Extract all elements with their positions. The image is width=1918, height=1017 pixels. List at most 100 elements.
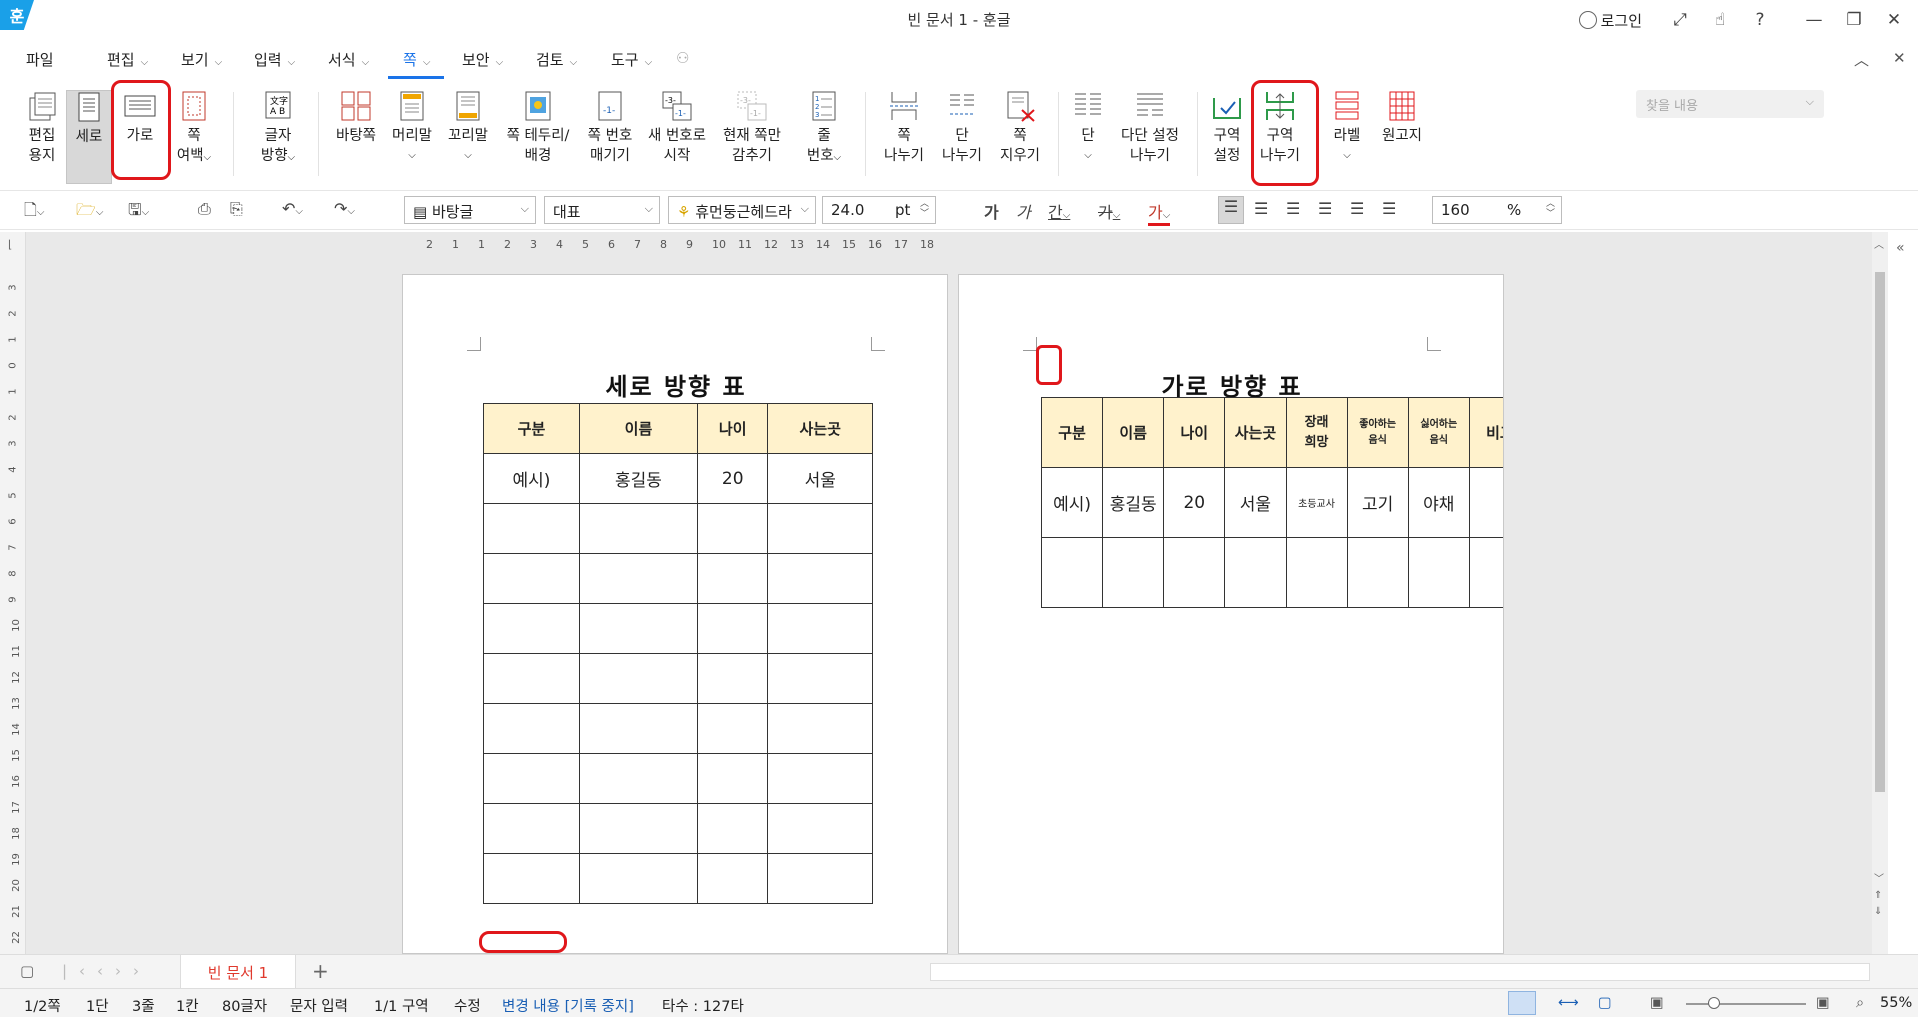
page-2-landscape[interactable]: 가로 방향 표 구분 이름 나이 사는곳 장래 희망 좋아하는 음식 싫어하는 음식 …	[958, 274, 1504, 954]
italic-button[interactable]: 가	[1016, 199, 1031, 223]
font-select[interactable]: ⚘ 휴먼둥근헤드라 ⌵	[668, 196, 816, 224]
table-cell[interactable]	[696, 553, 769, 604]
touch-icon[interactable]: ☝	[1700, 0, 1740, 40]
scroll-thumb[interactable]	[1875, 272, 1885, 792]
spinner-icon[interactable]: ︿ ﹀	[1546, 199, 1555, 219]
table-cell[interactable]	[696, 703, 769, 754]
menu-security[interactable]: 보안 ⌵	[462, 49, 503, 70]
menu-view[interactable]: 보기 ⌵	[181, 49, 222, 70]
table-cell[interactable]	[578, 753, 698, 804]
menu-insert[interactable]: 입력 ⌵	[254, 49, 295, 70]
share-icon[interactable]: ⚇	[676, 49, 689, 67]
table-cell[interactable]	[578, 653, 698, 704]
table-cell[interactable]	[696, 853, 769, 904]
menu-page[interactable]: 쪽 ⌵	[403, 49, 430, 70]
login-button[interactable]: 로그인	[1578, 10, 1642, 31]
close-doc-icon[interactable]: ✕	[1893, 49, 1906, 67]
redo-icon[interactable]: ↷⌵	[334, 199, 355, 218]
header-cell[interactable]: 비고	[1468, 397, 1503, 468]
landscape-table[interactable]: 구분 이름 나이 사는곳 장래희망 좋아하는음식 싫어하는음식 비고 예시) 홍…	[1040, 397, 1503, 608]
horizontal-scrollbar[interactable]	[930, 963, 1870, 981]
zoom-slider[interactable]	[1686, 1003, 1806, 1005]
new-document-icon[interactable]: 🗋⌵	[24, 199, 44, 226]
table-cell[interactable]: 홍길동	[578, 453, 698, 504]
table-cell[interactable]: 예시)	[1040, 467, 1104, 538]
status-edit[interactable]: 수정	[454, 995, 481, 1016]
align-distribute-icon[interactable]: ☰	[1350, 199, 1364, 218]
table-cell[interactable]	[1040, 537, 1104, 608]
table-cell[interactable]	[1163, 537, 1226, 608]
table-cell[interactable]	[578, 553, 698, 604]
align-left-icon[interactable]: ☰	[1254, 199, 1268, 218]
fit-width-icon[interactable]: ⟷	[1558, 995, 1579, 1011]
open-folder-icon[interactable]: 🗁⌵	[76, 199, 103, 226]
table-cell[interactable]: 20	[696, 453, 769, 504]
header-cell[interactable]: 나이	[1163, 397, 1226, 468]
fontset-select[interactable]: 대표 ⌵	[544, 196, 660, 224]
ribbon-hide-page[interactable]: -3- -1- 현재 쪽만 감추기	[714, 90, 790, 184]
table-cell[interactable]	[1407, 537, 1470, 608]
table-cell[interactable]: 서울	[767, 453, 873, 504]
print-preview-icon[interactable]: ⎘	[230, 199, 243, 219]
add-tab-button[interactable]: +	[312, 959, 329, 983]
strikethrough-button[interactable]: 가⌵	[1098, 199, 1120, 223]
header-cell[interactable]: 사는곳	[767, 403, 873, 454]
restore-button[interactable]: ❐	[1834, 0, 1874, 40]
ribbon-section-settings[interactable]: 구역 설정	[1202, 90, 1252, 184]
table-cell[interactable]	[696, 653, 769, 704]
header-cell[interactable]: 나이	[696, 403, 769, 454]
table-cell[interactable]	[483, 503, 580, 554]
ribbon-column[interactable]: 단 ⌵	[1066, 90, 1110, 184]
table-cell[interactable]	[578, 703, 698, 754]
header-cell[interactable]: 사는곳	[1224, 397, 1287, 468]
zoom-search-icon[interactable]: ⌕	[1856, 995, 1864, 1011]
table-cell[interactable]	[483, 603, 580, 654]
header-cell[interactable]: 구분	[483, 403, 580, 454]
table-cell[interactable]	[483, 703, 580, 754]
help-icon[interactable]: ?	[1740, 0, 1780, 40]
ribbon-new-number[interactable]: -3- -1- 새 번호로 시작	[644, 90, 710, 184]
ribbon-multi-column[interactable]: 다단 설정 나누기	[1112, 90, 1188, 184]
portrait-table[interactable]: 구분 이름 나이 사는곳 예시) 홍길동 20 서울	[483, 403, 873, 904]
tab-nav-arrows-icon[interactable]: |‹‹››	[62, 962, 151, 980]
table-cell[interactable]	[578, 803, 698, 854]
vertical-scrollbar[interactable]: ︿ ﹀ ⇑ ⇓	[1872, 232, 1888, 954]
ribbon-delete-page[interactable]: 쪽 지우기	[992, 90, 1048, 184]
ribbon-page-margin[interactable]: 쪽 여백⌵	[168, 90, 220, 184]
status-page[interactable]: 1/2쪽	[24, 995, 61, 1016]
table-cell[interactable]	[578, 603, 698, 654]
ribbon-page-number[interactable]: -1- 쪽 번호 매기기	[578, 90, 642, 184]
undo-icon[interactable]: ↶⌵	[282, 199, 303, 218]
table-cell[interactable]	[767, 653, 873, 704]
header-cell[interactable]: 구분	[1040, 397, 1104, 468]
collapse-ribbon-icon[interactable]: ︿	[1854, 49, 1869, 70]
table-cell[interactable]	[767, 853, 873, 904]
align-justify-icon[interactable]: ☰	[1218, 196, 1244, 224]
page-1-portrait[interactable]: 세로 방향 표 구분 이름 나이 사는곳 예시) 홍길동 20 서울	[402, 274, 948, 954]
table-cell[interactable]: 야채	[1407, 467, 1470, 538]
table-cell[interactable]	[1346, 537, 1409, 608]
table-cell[interactable]	[767, 803, 873, 854]
menu-format[interactable]: 서식 ⌵	[328, 49, 369, 70]
table-cell[interactable]	[1224, 537, 1287, 608]
view-page-icon[interactable]	[1508, 991, 1536, 1015]
table-cell[interactable]: 초등교사	[1285, 467, 1348, 538]
table-cell[interactable]	[696, 803, 769, 854]
scroll-up-icon[interactable]: ︿	[1874, 236, 1884, 251]
table-cell[interactable]	[767, 703, 873, 754]
header-cell[interactable]: 싫어하는 음식	[1407, 397, 1470, 468]
ribbon-label[interactable]: 라벨 ⌵	[1322, 90, 1372, 184]
style-select[interactable]: ▤ 바탕글 ⌵	[404, 196, 536, 224]
ribbon-master-page[interactable]: 바탕쪽	[330, 90, 382, 184]
tab-document-1[interactable]: 빈 문서 1	[180, 955, 296, 989]
font-color-button[interactable]: 가⌵	[1148, 199, 1171, 226]
status-track-changes[interactable]: 변경 내용 [기록 중지]	[502, 995, 634, 1016]
table-cell[interactable]	[1285, 537, 1348, 608]
table-cell[interactable]: 20	[1163, 467, 1226, 538]
table-cell[interactable]: 홍길동	[1102, 467, 1165, 538]
close-button[interactable]: ✕	[1874, 0, 1914, 40]
ribbon-page-break[interactable]: 쪽 나누기	[876, 90, 932, 184]
table-cell[interactable]	[696, 503, 769, 554]
zoom-slider-thumb[interactable]	[1708, 997, 1720, 1009]
table-cell[interactable]	[767, 553, 873, 604]
